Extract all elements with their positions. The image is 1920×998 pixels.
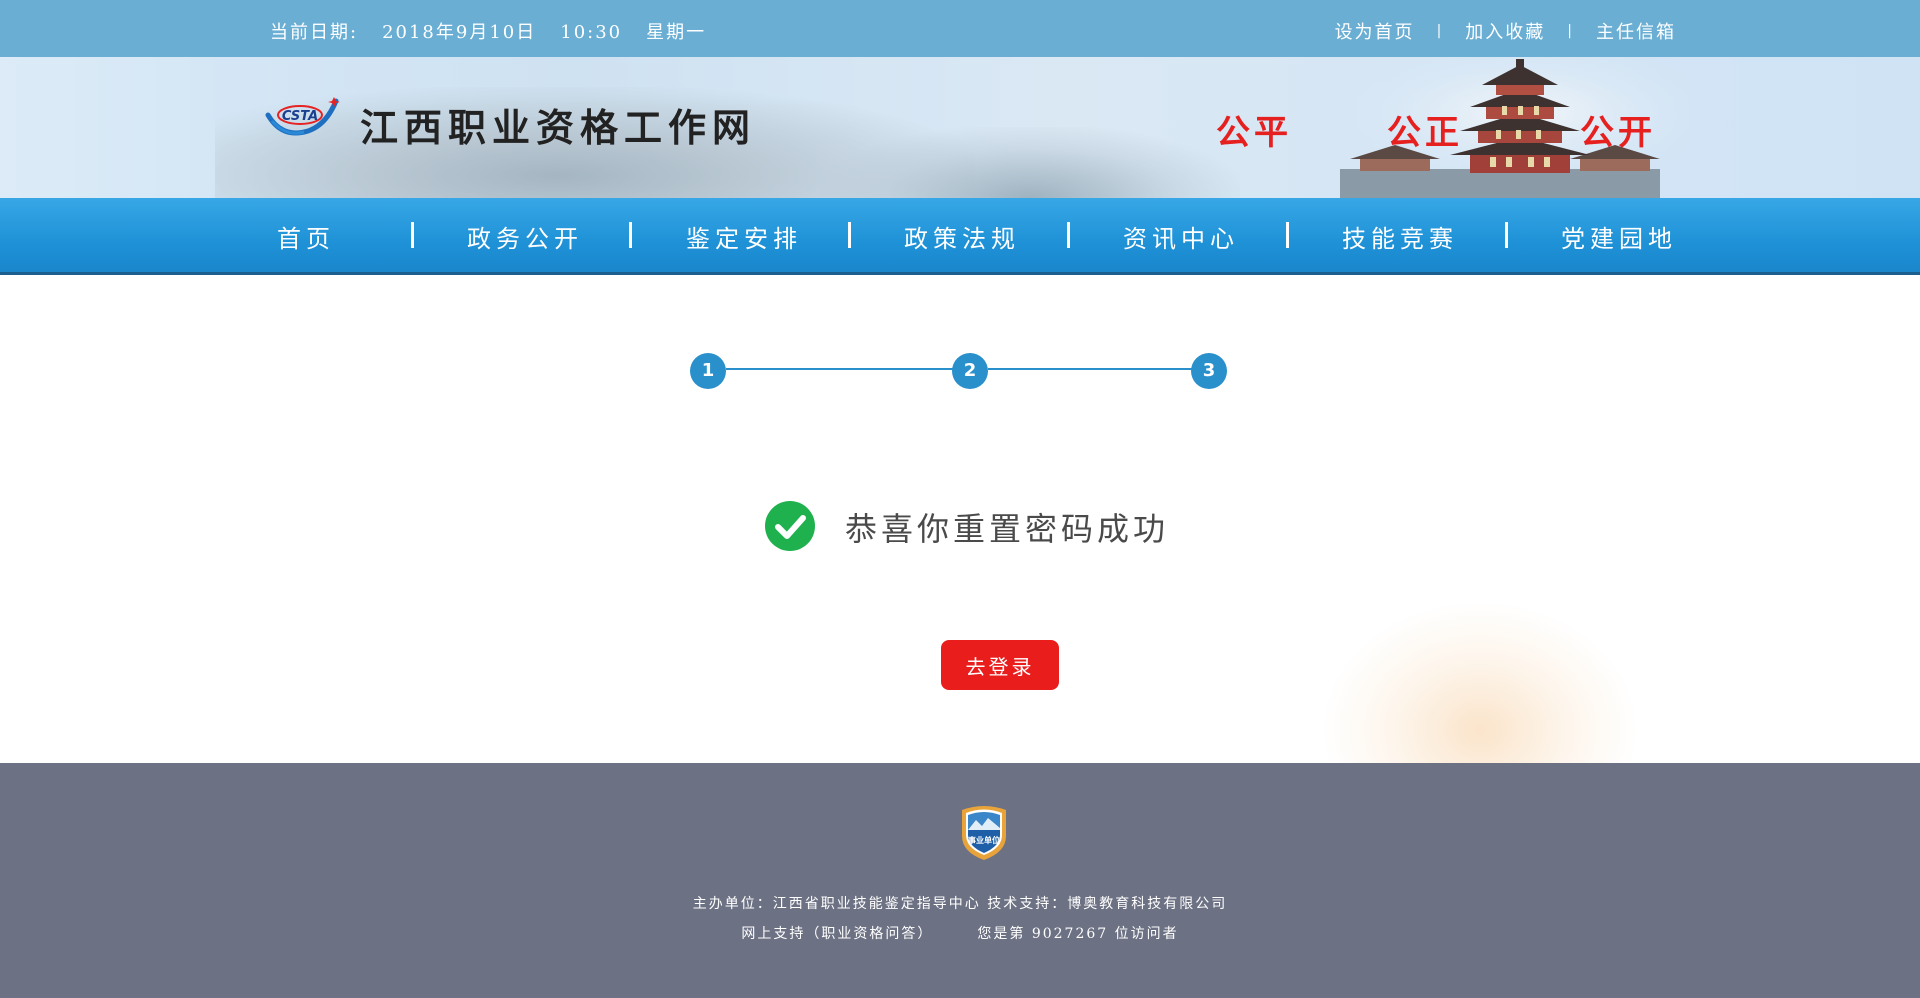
nav-item-skills-competition[interactable]: 技能竞赛 [1342,219,1458,254]
director-mailbox-link[interactable]: 主任信箱 [1596,18,1676,44]
slogan-fair: 公平 [1216,113,1292,153]
svg-text:CSTA: CSTA [282,109,318,124]
nav-item-policies[interactable]: 政策法规 [904,219,1020,254]
header-banner: CSTA 江西职业资格工作网 公平 公正 公开 [0,57,1920,198]
step-indicator-1: 1 [690,353,726,389]
nav-item-government-affairs[interactable]: 政务公开 [467,219,583,254]
nav-item-news-center[interactable]: 资讯中心 [1123,219,1239,254]
current-date: 当前日期: 2018年9月10日 10:30 星期一 [270,18,730,44]
visitor-suffix: 位访问者 [1114,926,1179,942]
footer: 事业单位 主办单位：江西省职业技能鉴定指导中心 技术支持：博奥教育科技有限公司 … [0,763,1920,998]
step-connector [726,368,970,370]
main-nav: 首页 政务公开 鉴定安排 政策法规 资讯中心 技能竞赛 党建园地 [0,198,1920,275]
slogan-open: 公开 [1580,113,1656,153]
go-login-button[interactable]: 去登录 [941,640,1059,690]
step-indicator-2: 2 [952,353,988,389]
public-institution-badge-icon[interactable]: 事业单位 [958,802,1010,862]
visitor-prefix: 您是第 [977,926,1026,942]
weekday-value: 星期一 [646,22,707,43]
set-homepage-link[interactable]: 设为首页 [1335,18,1415,44]
link-separator: | [1567,23,1574,39]
nav-item-home[interactable]: 首页 [277,219,335,254]
nav-divider [1505,222,1508,248]
tech-support: 技术支持：博奥教育科技有限公司 [987,896,1228,912]
online-support-link[interactable]: 网上支持（职业资格问答） [741,926,933,942]
step-connector [988,368,1198,370]
nav-divider [629,222,632,248]
nav-divider [848,222,851,248]
nav-item-party-building[interactable]: 党建园地 [1561,219,1677,254]
check-circle-icon [765,501,815,551]
step-indicator-3: 3 [1191,353,1227,389]
slogan-just: 公正 [1387,113,1463,153]
nav-item-appraisal-schedule[interactable]: 鉴定安排 [686,219,802,254]
time-value: 10:30 [560,22,623,43]
nav-divider [1286,222,1289,248]
date-value: 2018年9月10日 [382,22,537,43]
date-label: 当前日期: [270,22,359,43]
nav-divider [411,222,414,248]
add-favorite-link[interactable]: 加入收藏 [1465,18,1545,44]
mountain-backdrop-2 [820,127,1240,198]
footer-credits: 主办单位：江西省职业技能鉴定指导中心 技术支持：博奥教育科技有限公司 [0,893,1920,913]
success-message: 恭喜你重置密码成功 [845,510,1170,548]
link-separator: | [1436,23,1444,39]
csta-logo[interactable]: CSTA [264,95,340,145]
nav-divider [1067,222,1070,248]
host-organization: 主办单位：江西省职业技能鉴定指导中心 [692,896,981,912]
top-bar: 当前日期: 2018年9月10日 10:30 星期一 设为首页 | 加入收藏 | 主任… [0,0,1920,57]
top-links: 设为首页 | 加入收藏 | 主任信箱 [1335,18,1676,44]
svg-text:事业单位: 事业单位 [968,835,1000,845]
footer-support: 网上支持（职业资格问答） 您是第 9027267 位访问者 [0,923,1920,943]
visitor-count: 9027267 [1031,926,1109,942]
site-title: 江西职业资格工作网 [360,105,757,150]
